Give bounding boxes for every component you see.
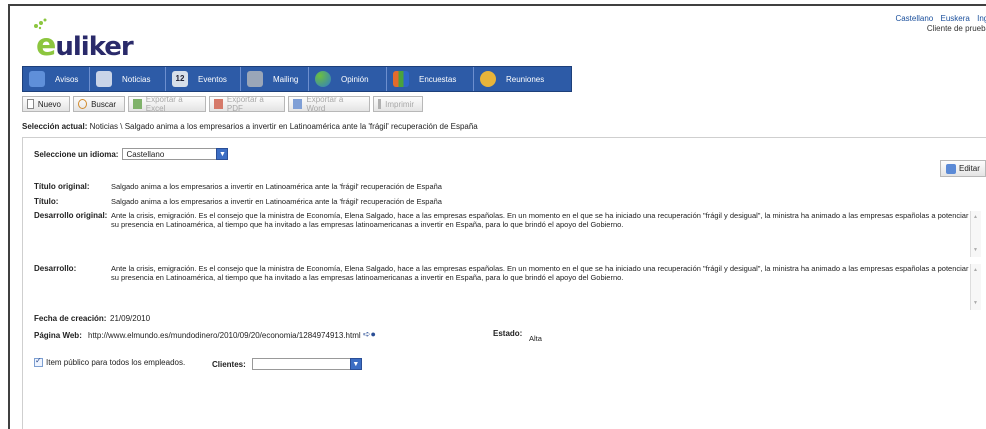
plane-icon bbox=[96, 71, 112, 87]
breadcrumb: Selección actual: Noticias \ Salgado ani… bbox=[22, 122, 478, 131]
breadcrumb-value: Noticias \ Salgado anima a los empresari… bbox=[89, 122, 478, 131]
title-label: Título: bbox=[34, 197, 59, 206]
logo-name: uliker bbox=[55, 32, 133, 62]
new-button-label: Nuevo bbox=[37, 99, 61, 109]
original-body-scrollbar[interactable] bbox=[970, 211, 981, 257]
export-pdf-label: Exportar a PDF bbox=[226, 95, 264, 113]
breadcrumb-label: Selección actual: bbox=[22, 122, 88, 131]
web-page-label: Página Web: bbox=[34, 331, 82, 340]
language-links: Castellano Euskera Ingl bbox=[890, 14, 986, 23]
export-excel-label: Exportar a Excel bbox=[145, 95, 183, 113]
lang-link-ingles[interactable]: Ingl bbox=[977, 14, 986, 23]
clients-label: Clientes: bbox=[212, 359, 246, 369]
lang-link-castellano[interactable]: Castellano bbox=[895, 14, 933, 23]
excel-icon bbox=[133, 99, 142, 109]
printer-icon bbox=[378, 99, 382, 109]
nav-avisos[interactable]: Avisos bbox=[23, 67, 90, 91]
language-select[interactable]: Castellano ▼ bbox=[122, 148, 229, 160]
colorful-balls-icon bbox=[315, 71, 331, 87]
edit-icon bbox=[946, 163, 956, 174]
logo-initial: e bbox=[36, 28, 56, 63]
body-label: Desarrollo: bbox=[34, 264, 77, 273]
body-scrollbar[interactable] bbox=[970, 264, 981, 310]
print-button[interactable]: Imprimir bbox=[373, 96, 423, 112]
search-icon bbox=[78, 99, 88, 109]
public-item-label: Item público para todos los empleados. bbox=[46, 358, 186, 367]
creation-date-value: 21/09/2010 bbox=[110, 314, 151, 323]
chevron-down-icon: ▼ bbox=[349, 358, 362, 370]
web-page-link[interactable]: http://www.elmundo.es/mundodinero/2010/0… bbox=[88, 331, 361, 340]
original-body-label: Desarrollo original: bbox=[34, 211, 108, 220]
original-title-label: Título original: bbox=[34, 182, 90, 191]
open-link-icon[interactable]: ➪● bbox=[363, 329, 376, 340]
word-icon bbox=[293, 99, 303, 109]
body-textarea[interactable]: Ante la crisis, emigración. Es el consej… bbox=[111, 264, 986, 310]
nav-mailing[interactable]: Mailing bbox=[241, 67, 309, 91]
logo: euliker bbox=[22, 18, 142, 63]
original-body-text: Ante la crisis, emigración. Es el consej… bbox=[111, 211, 969, 229]
status-label: Estado: bbox=[493, 329, 523, 338]
megaphone-icon bbox=[29, 71, 45, 87]
calendar-icon: 12 bbox=[172, 71, 188, 87]
original-body-textarea[interactable]: Ante la crisis, emigración. Es el consej… bbox=[111, 211, 986, 257]
nav-encuestas[interactable]: Encuestas bbox=[387, 67, 474, 91]
export-pdf-button[interactable]: Exportar a PDF bbox=[209, 95, 285, 113]
edit-button-label: Editar bbox=[959, 164, 980, 173]
search-button-label: Buscar bbox=[91, 99, 116, 109]
chevron-down-icon: ▼ bbox=[216, 148, 229, 160]
nav-label: Noticias bbox=[122, 74, 151, 84]
logo-text: euliker bbox=[36, 28, 134, 63]
nav-label: Encuestas bbox=[419, 74, 457, 84]
creation-date-label: Fecha de creación: bbox=[34, 314, 107, 323]
export-word-label: Exportar a Word bbox=[306, 95, 344, 113]
nav-label: Reuniones bbox=[506, 74, 545, 84]
new-button[interactable]: Nuevo bbox=[22, 96, 70, 112]
clients-select[interactable]: ▼ bbox=[251, 358, 362, 370]
nav-opinion[interactable]: Opinión bbox=[309, 67, 387, 91]
language-row: Seleccione un idioma: Castellano ▼ bbox=[34, 148, 229, 160]
nav-reuniones[interactable]: Reuniones bbox=[474, 67, 571, 91]
language-label: Seleccione un idioma: bbox=[34, 149, 119, 159]
print-button-label: Imprimir bbox=[385, 99, 414, 109]
language-select-value: Castellano bbox=[126, 150, 165, 159]
nav-label: Opinión bbox=[341, 74, 369, 84]
public-item-row: Item público para todos los empleados. bbox=[34, 356, 186, 367]
people-icon bbox=[480, 71, 496, 87]
new-document-icon bbox=[27, 99, 34, 109]
nav-noticias[interactable]: Noticias bbox=[90, 67, 166, 91]
pdf-icon bbox=[214, 99, 223, 109]
main-nav: Avisos Noticias 12 Eventos Mailing Opini… bbox=[22, 66, 572, 92]
body-text: Ante la crisis, emigración. Es el consej… bbox=[111, 264, 969, 282]
search-button[interactable]: Buscar bbox=[73, 96, 125, 112]
status-value: Alta bbox=[529, 334, 542, 343]
clients-row: Clientes: ▼ bbox=[212, 358, 362, 370]
public-item-checkbox[interactable] bbox=[34, 356, 43, 367]
bar-chart-icon bbox=[393, 71, 409, 87]
nav-eventos[interactable]: 12 Eventos bbox=[166, 67, 241, 91]
nav-label: Mailing bbox=[273, 74, 299, 84]
lang-link-euskera[interactable]: Euskera bbox=[941, 14, 970, 23]
original-title-value: Salgado anima a los empresarios a invert… bbox=[111, 182, 442, 191]
export-excel-button[interactable]: Exportar a Excel bbox=[128, 95, 206, 113]
action-toolbar: Nuevo Buscar Exportar a Excel Exportar a… bbox=[22, 95, 423, 113]
edit-button[interactable]: Editar bbox=[940, 160, 986, 177]
client-name: Cliente de prueba bbox=[926, 24, 986, 33]
export-word-button[interactable]: Exportar a Word bbox=[288, 95, 370, 113]
title-value: Salgado anima a los empresarios a invert… bbox=[111, 197, 442, 206]
nav-label: Eventos bbox=[198, 74, 227, 84]
document-stack-icon bbox=[247, 71, 263, 87]
nav-label: Avisos bbox=[55, 74, 79, 84]
